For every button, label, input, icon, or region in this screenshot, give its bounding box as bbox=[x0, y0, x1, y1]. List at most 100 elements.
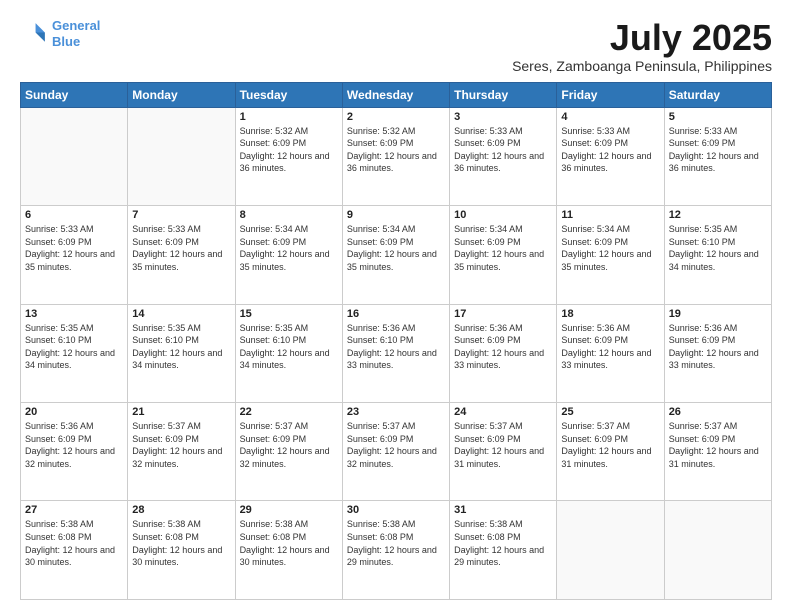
calendar-day-cell: 18Sunrise: 5:36 AM Sunset: 6:09 PM Dayli… bbox=[557, 304, 664, 402]
calendar-day-cell: 17 Sunrise: 5:36 AM Sunset: 6:09 PM Dayli… bbox=[450, 304, 557, 402]
calendar-day-cell: 9Sunrise: 5:34 AM Sunset: 6:09 PM Daylig… bbox=[342, 206, 449, 304]
calendar-day-cell: 24Sunrise: 5:37 AM Sunset: 6:09 PM Dayli… bbox=[450, 403, 557, 501]
logo-general: General bbox=[52, 18, 100, 33]
day-info: Sunrise: 5:38 AM Sunset: 6:08 PM Dayligh… bbox=[132, 518, 230, 568]
calendar-day-cell: 3 Sunrise: 5:33 AM Sunset: 6:09 PM Daylig… bbox=[450, 107, 557, 205]
calendar-day-cell: 29Sunrise: 5:38 AM Sunset: 6:08 PM Dayli… bbox=[235, 501, 342, 600]
calendar-day-cell: 30 Sunrise: 5:38 AM Sunset: 6:08 PM Dayli… bbox=[342, 501, 449, 600]
day-number: 13 bbox=[25, 308, 123, 320]
logo: General Blue bbox=[20, 18, 100, 49]
day-number: 3 bbox=[454, 111, 552, 123]
day-info: Sunrise: 5:38 AM Sunset: 6:08 PM Dayligh… bbox=[25, 518, 123, 568]
day-number: 15 bbox=[240, 308, 338, 320]
day-info: Sunrise: 5:33 AM Sunset: 6:09 PM Dayligh… bbox=[132, 223, 230, 273]
calendar-day-cell: 6 Sunrise: 5:33 AM Sunset: 6:09 PM Daylig… bbox=[21, 206, 128, 304]
calendar-day-cell: 20 Sunrise: 5:36 AM Sunset: 6:09 PM Dayli… bbox=[21, 403, 128, 501]
calendar-day-cell: 21 Sunrise: 5:37 AM Sunset: 6:09 PM Dayli… bbox=[128, 403, 235, 501]
day-number: 18 bbox=[561, 308, 659, 320]
day-number: 14 bbox=[132, 308, 230, 320]
day-number: 23 bbox=[347, 406, 445, 418]
day-of-week-header: Friday bbox=[557, 82, 664, 107]
day-info: Sunrise: 5:34 AM Sunset: 6:09 PM Dayligh… bbox=[347, 223, 445, 273]
day-number: 31 bbox=[454, 504, 552, 516]
day-info: Sunrise: 5:34 AM Sunset: 6:09 PM Dayligh… bbox=[561, 223, 659, 273]
day-of-week-header: Sunday bbox=[21, 82, 128, 107]
day-info: Sunrise: 5:33 AM Sunset: 6:09 PM Dayligh… bbox=[454, 125, 552, 175]
day-info: Sunrise: 5:36 AM Sunset: 6:09 PM Dayligh… bbox=[454, 322, 552, 372]
day-number: 22 bbox=[240, 406, 338, 418]
day-info: Sunrise: 5:33 AM Sunset: 6:09 PM Dayligh… bbox=[25, 223, 123, 273]
calendar-day-cell: 19Sunrise: 5:36 AM Sunset: 6:09 PM Dayli… bbox=[664, 304, 771, 402]
day-info: Sunrise: 5:37 AM Sunset: 6:09 PM Dayligh… bbox=[132, 420, 230, 470]
day-number: 30 bbox=[347, 504, 445, 516]
day-number: 1 bbox=[240, 111, 338, 123]
calendar-day-cell: 4 Sunrise: 5:33 AM Sunset: 6:09 PM Daylig… bbox=[557, 107, 664, 205]
day-info: Sunrise: 5:32 AM Sunset: 6:09 PM Dayligh… bbox=[240, 125, 338, 175]
day-info: Sunrise: 5:35 AM Sunset: 6:10 PM Dayligh… bbox=[25, 322, 123, 372]
day-info: Sunrise: 5:38 AM Sunset: 6:08 PM Dayligh… bbox=[240, 518, 338, 568]
day-info: Sunrise: 5:34 AM Sunset: 6:09 PM Dayligh… bbox=[240, 223, 338, 273]
calendar-day-cell: 16 Sunrise: 5:36 AM Sunset: 6:10 PM Dayli… bbox=[342, 304, 449, 402]
day-number: 16 bbox=[347, 308, 445, 320]
calendar-day-cell: 5 Sunrise: 5:33 AM Sunset: 6:09 PM Daylig… bbox=[664, 107, 771, 205]
day-of-week-header: Monday bbox=[128, 82, 235, 107]
calendar-table: SundayMondayTuesdayWednesdayThursdayFrid… bbox=[20, 82, 772, 600]
day-info: Sunrise: 5:34 AM Sunset: 6:09 PM Dayligh… bbox=[454, 223, 552, 273]
day-number: 2 bbox=[347, 111, 445, 123]
calendar-week-row: 1 Sunrise: 5:32 AM Sunset: 6:09 PM Daylig… bbox=[21, 107, 772, 205]
day-of-week-header: Tuesday bbox=[235, 82, 342, 107]
day-number: 20 bbox=[25, 406, 123, 418]
day-number: 12 bbox=[669, 209, 767, 221]
day-info: Sunrise: 5:33 AM Sunset: 6:09 PM Dayligh… bbox=[561, 125, 659, 175]
calendar-day-cell: 26 Sunrise: 5:37 AM Sunset: 6:09 PM Dayli… bbox=[664, 403, 771, 501]
calendar-day-cell: 23Sunrise: 5:37 AM Sunset: 6:09 PM Dayli… bbox=[342, 403, 449, 501]
calendar-header-row: SundayMondayTuesdayWednesdayThursdayFrid… bbox=[21, 82, 772, 107]
day-info: Sunrise: 5:38 AM Sunset: 6:08 PM Dayligh… bbox=[347, 518, 445, 568]
calendar-day-cell: 12 Sunrise: 5:35 AM Sunset: 6:10 PM Dayli… bbox=[664, 206, 771, 304]
day-info: Sunrise: 5:36 AM Sunset: 6:09 PM Dayligh… bbox=[25, 420, 123, 470]
page: General Blue July 2025 Seres, Zamboanga … bbox=[0, 0, 792, 612]
day-info: Sunrise: 5:36 AM Sunset: 6:10 PM Dayligh… bbox=[347, 322, 445, 372]
day-number: 6 bbox=[25, 209, 123, 221]
day-number: 4 bbox=[561, 111, 659, 123]
month-title: July 2025 bbox=[512, 18, 772, 58]
calendar-day-cell bbox=[21, 107, 128, 205]
day-number: 10 bbox=[454, 209, 552, 221]
calendar-day-cell: 27 Sunrise: 5:38 AM Sunset: 6:08 PM Dayli… bbox=[21, 501, 128, 600]
calendar-day-cell: 7 Sunrise: 5:33 AM Sunset: 6:09 PM Daylig… bbox=[128, 206, 235, 304]
day-number: 26 bbox=[669, 406, 767, 418]
logo-text: General Blue bbox=[52, 18, 100, 49]
day-number: 28 bbox=[132, 504, 230, 516]
day-number: 25 bbox=[561, 406, 659, 418]
day-number: 21 bbox=[132, 406, 230, 418]
day-of-week-header: Thursday bbox=[450, 82, 557, 107]
calendar-day-cell: 28 Sunrise: 5:38 AM Sunset: 6:08 PM Dayli… bbox=[128, 501, 235, 600]
location-title: Seres, Zamboanga Peninsula, Philippines bbox=[512, 58, 772, 74]
calendar-week-row: 27 Sunrise: 5:38 AM Sunset: 6:08 PM Dayli… bbox=[21, 501, 772, 600]
day-info: Sunrise: 5:33 AM Sunset: 6:09 PM Dayligh… bbox=[669, 125, 767, 175]
title-block: July 2025 Seres, Zamboanga Peninsula, Ph… bbox=[512, 18, 772, 74]
day-info: Sunrise: 5:35 AM Sunset: 6:10 PM Dayligh… bbox=[132, 322, 230, 372]
day-info: Sunrise: 5:35 AM Sunset: 6:10 PM Dayligh… bbox=[669, 223, 767, 273]
day-info: Sunrise: 5:32 AM Sunset: 6:09 PM Dayligh… bbox=[347, 125, 445, 175]
day-info: Sunrise: 5:37 AM Sunset: 6:09 PM Dayligh… bbox=[669, 420, 767, 470]
day-of-week-header: Saturday bbox=[664, 82, 771, 107]
calendar-day-cell: 15 Sunrise: 5:35 AM Sunset: 6:10 PM Dayli… bbox=[235, 304, 342, 402]
day-info: Sunrise: 5:37 AM Sunset: 6:09 PM Dayligh… bbox=[561, 420, 659, 470]
day-number: 5 bbox=[669, 111, 767, 123]
day-info: Sunrise: 5:38 AM Sunset: 6:08 PM Dayligh… bbox=[454, 518, 552, 568]
calendar-day-cell: 25 Sunrise: 5:37 AM Sunset: 6:09 PM Dayli… bbox=[557, 403, 664, 501]
calendar-day-cell: 10 Sunrise: 5:34 AM Sunset: 6:09 PM Dayli… bbox=[450, 206, 557, 304]
calendar-day-cell: 8Sunrise: 5:34 AM Sunset: 6:09 PM Daylig… bbox=[235, 206, 342, 304]
day-info: Sunrise: 5:35 AM Sunset: 6:10 PM Dayligh… bbox=[240, 322, 338, 372]
calendar-week-row: 6 Sunrise: 5:33 AM Sunset: 6:09 PM Daylig… bbox=[21, 206, 772, 304]
calendar-day-cell: 31 Sunrise: 5:38 AM Sunset: 6:08 PM Dayli… bbox=[450, 501, 557, 600]
day-number: 17 bbox=[454, 308, 552, 320]
calendar-day-cell bbox=[664, 501, 771, 600]
logo-icon bbox=[20, 20, 48, 48]
day-number: 27 bbox=[25, 504, 123, 516]
day-number: 7 bbox=[132, 209, 230, 221]
calendar-day-cell: 22Sunrise: 5:37 AM Sunset: 6:09 PM Dayli… bbox=[235, 403, 342, 501]
day-number: 19 bbox=[669, 308, 767, 320]
calendar-week-row: 13 Sunrise: 5:35 AM Sunset: 6:10 PM Dayli… bbox=[21, 304, 772, 402]
